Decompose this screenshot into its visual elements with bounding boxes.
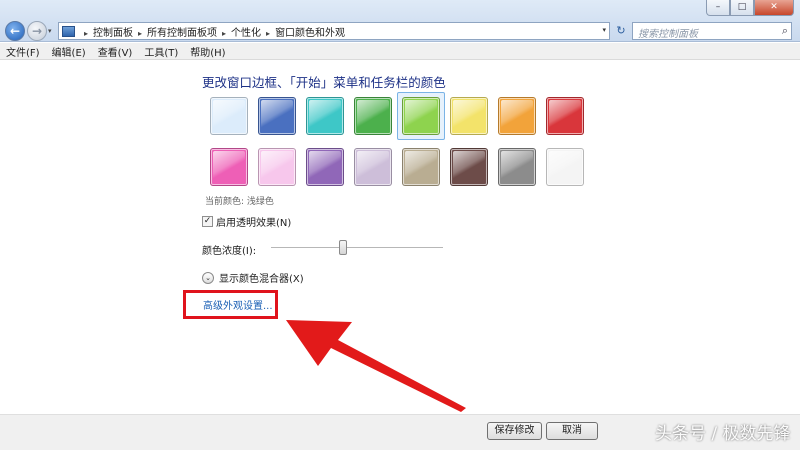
footer-bar: 保存修改 取消 头条号 / 极数先锋: [0, 414, 800, 450]
save-changes-button[interactable]: 保存修改: [487, 422, 542, 440]
cancel-button[interactable]: 取消: [546, 422, 598, 440]
watermark-text: 头条号 / 极数先锋: [655, 424, 791, 444]
arrow-shape: [286, 320, 466, 412]
annotation-arrow: [286, 320, 466, 412]
